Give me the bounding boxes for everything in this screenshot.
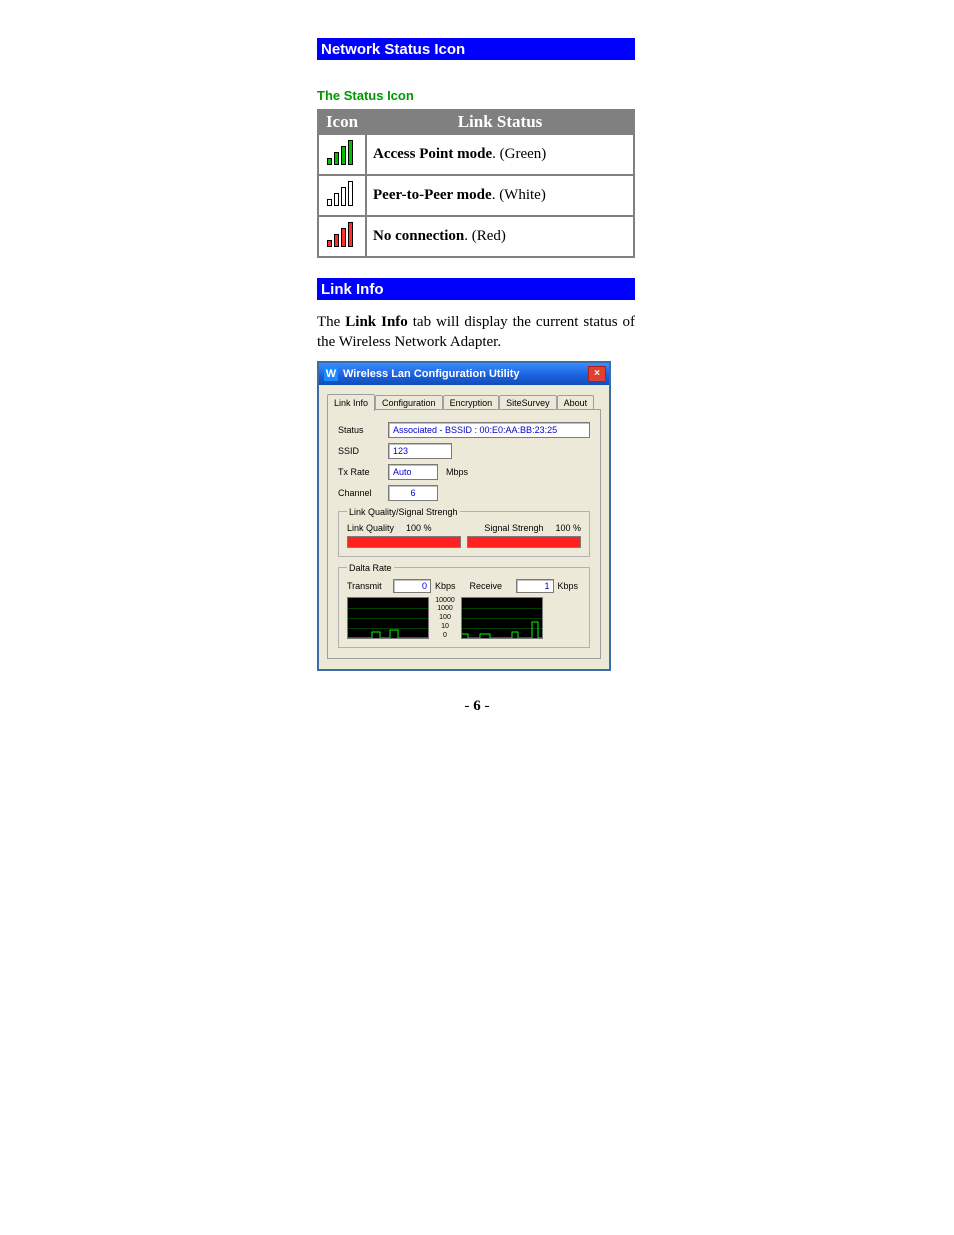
label-txrate: Tx Rate bbox=[338, 467, 388, 477]
label-receive: Receive bbox=[470, 581, 516, 591]
tab-encryption[interactable]: Encryption bbox=[443, 395, 500, 410]
app-icon: W bbox=[324, 367, 338, 381]
label-status: Status bbox=[338, 425, 388, 435]
chart-yscale: 10000 1000 100 10 0 bbox=[429, 597, 461, 639]
close-icon[interactable]: × bbox=[588, 366, 606, 382]
label-channel: Channel bbox=[338, 488, 388, 498]
heading-network-status-icon: Network Status Icon bbox=[317, 38, 635, 60]
tab-sitesurvey[interactable]: SiteSurvey bbox=[499, 395, 557, 410]
status-desc-bold: Peer-to-Peer mode bbox=[373, 187, 492, 203]
status-icon-table: Icon Link Status Access Point mode. (Gre… bbox=[317, 109, 635, 258]
channel-field: 6 bbox=[388, 485, 438, 501]
tab-configuration[interactable]: Configuration bbox=[375, 395, 443, 410]
value-link-quality: 100 % bbox=[406, 523, 432, 533]
status-desc-suffix: . (Green) bbox=[492, 146, 546, 162]
group-data-rate: Dalta Rate Transmit 0 Kbps Receive 1 Kbp… bbox=[338, 563, 590, 648]
table-header: Icon Link Status bbox=[318, 110, 634, 134]
window-title: Wireless Lan Configuration Utility bbox=[343, 368, 588, 380]
chart-receive bbox=[461, 597, 543, 639]
yscale-val: 100 bbox=[431, 614, 459, 621]
subheading-status-icon: The Status Icon bbox=[317, 88, 635, 103]
status-icon-red bbox=[318, 216, 366, 257]
page-number: - 6 - bbox=[0, 698, 954, 715]
progress-link-quality bbox=[347, 536, 461, 548]
status-field: Associated - BSSID : 00:E0:AA:BB:23:25 bbox=[388, 422, 590, 438]
status-desc-bold: Access Point mode bbox=[373, 146, 492, 162]
data-rate-values: Transmit 0 Kbps Receive 1 Kbps bbox=[347, 579, 581, 593]
status-icon-green bbox=[318, 134, 366, 175]
unit-receive: Kbps bbox=[558, 581, 579, 591]
para-pre: The bbox=[317, 314, 345, 330]
yscale-val: 10 bbox=[431, 623, 459, 630]
content-column: Network Status Icon The Status Icon Icon… bbox=[317, 38, 635, 671]
signal-bars-icon bbox=[325, 219, 359, 249]
status-desc-suffix: . (White) bbox=[492, 187, 546, 203]
row-txrate: Tx Rate Auto Mbps bbox=[338, 464, 590, 480]
value-receive: 1 bbox=[516, 579, 554, 593]
txrate-unit: Mbps bbox=[446, 467, 468, 477]
titlebar[interactable]: W Wireless Lan Configuration Utility × bbox=[319, 361, 609, 385]
wireless-utility-dialog: W Wireless Lan Configuration Utility × L… bbox=[317, 361, 611, 671]
status-icon-white bbox=[318, 175, 366, 216]
table-row: Peer-to-Peer mode. (White) bbox=[318, 175, 634, 216]
txrate-field: Auto bbox=[388, 464, 438, 480]
group-link-quality: Link Quality/Signal Strengh Link Quality… bbox=[338, 507, 590, 557]
status-desc-suffix: . (Red) bbox=[464, 228, 506, 244]
table-row: No connection. (Red) bbox=[318, 216, 634, 257]
heading-text: Link Info bbox=[321, 281, 384, 298]
label-link-quality: Link Quality bbox=[347, 523, 394, 533]
para-bold: Link Info bbox=[345, 314, 408, 330]
tab-strip: Link Info Configuration Encryption SiteS… bbox=[319, 385, 609, 410]
status-desc: Access Point mode. (Green) bbox=[366, 134, 634, 175]
tab-about[interactable]: About bbox=[557, 395, 595, 410]
page-dash: - bbox=[465, 698, 474, 714]
label-signal-strength: Signal Strengh bbox=[484, 523, 543, 533]
yscale-val: 0 bbox=[431, 632, 459, 639]
status-desc: No connection. (Red) bbox=[366, 216, 634, 257]
status-desc-bold: No connection bbox=[373, 228, 464, 244]
page-dash: - bbox=[481, 698, 490, 714]
page-num: 6 bbox=[473, 698, 481, 714]
row-status: Status Associated - BSSID : 00:E0:AA:BB:… bbox=[338, 422, 590, 438]
th-icon: Icon bbox=[318, 110, 366, 134]
value-signal-strength: 100 % bbox=[555, 523, 581, 533]
row-ssid: SSID 123 bbox=[338, 443, 590, 459]
status-desc: Peer-to-Peer mode. (White) bbox=[366, 175, 634, 216]
data-rate-charts: 10000 1000 100 10 0 bbox=[347, 597, 581, 639]
ssid-field: 123 bbox=[388, 443, 452, 459]
label-ssid: SSID bbox=[338, 446, 388, 456]
signal-bars-icon bbox=[325, 137, 359, 167]
progress-signal-strength bbox=[467, 536, 581, 548]
legend-quality: Link Quality/Signal Strengh bbox=[347, 507, 460, 517]
th-link-status: Link Status bbox=[366, 110, 634, 134]
legend-datarate: Dalta Rate bbox=[347, 563, 394, 573]
chart-transmit bbox=[347, 597, 429, 639]
yscale-val: 10000 bbox=[431, 597, 459, 604]
heading-link-info: Link Info bbox=[317, 278, 635, 300]
heading-text: Network Status Icon bbox=[321, 41, 465, 58]
unit-transmit: Kbps bbox=[435, 581, 456, 591]
yscale-val: 1000 bbox=[431, 605, 459, 612]
label-transmit: Transmit bbox=[347, 581, 393, 591]
signal-bars-icon bbox=[325, 178, 359, 208]
tab-linkinfo[interactable]: Link Info bbox=[327, 394, 375, 411]
row-channel: Channel 6 bbox=[338, 485, 590, 501]
paragraph: The Link Info tab will display the curre… bbox=[317, 312, 635, 353]
quality-labels: Link Quality 100 % Signal Strengh 100 % bbox=[347, 523, 581, 533]
table-row: Access Point mode. (Green) bbox=[318, 134, 634, 175]
tab-panel-linkinfo: Status Associated - BSSID : 00:E0:AA:BB:… bbox=[327, 410, 601, 659]
page: Network Status Icon The Status Icon Icon… bbox=[0, 0, 954, 1235]
value-transmit: 0 bbox=[393, 579, 431, 593]
